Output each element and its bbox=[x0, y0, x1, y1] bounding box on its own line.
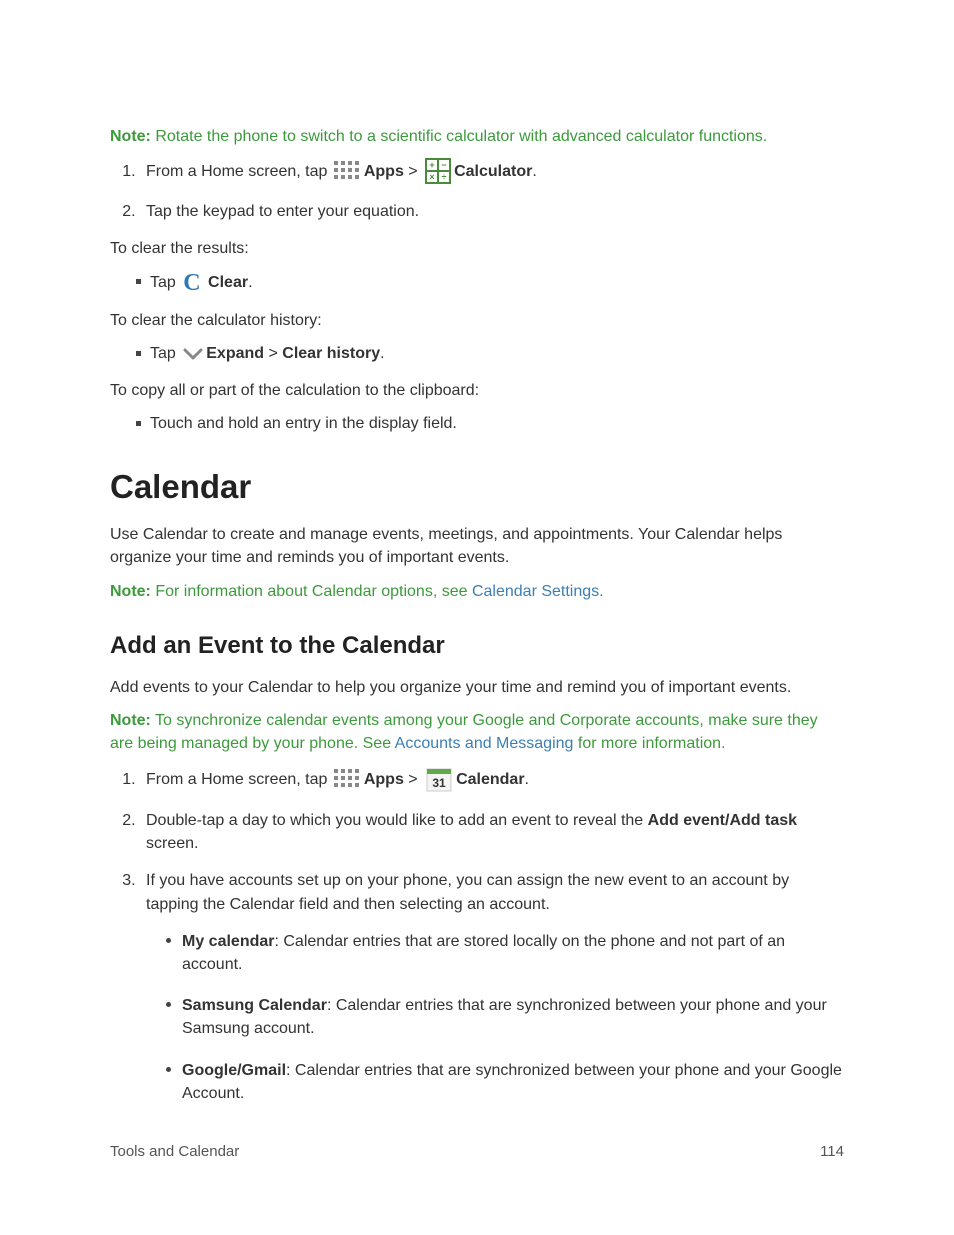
footer-page-number: 114 bbox=[820, 1141, 844, 1163]
list-item: If you have accounts set up on your phon… bbox=[140, 869, 844, 1105]
list-item: Samsung Calendar: Calendar entries that … bbox=[166, 994, 844, 1040]
list-item: My calendar: Calendar entries that are s… bbox=[166, 930, 844, 976]
copy-calc-list: Touch and hold an entry in the display f… bbox=[110, 412, 844, 435]
calendar-label: Calendar bbox=[456, 771, 524, 788]
apps-label: Apps bbox=[364, 771, 404, 788]
separator: > bbox=[404, 771, 422, 788]
step-text: From a Home screen, tap bbox=[146, 771, 332, 788]
note-text-after: . bbox=[599, 583, 603, 600]
footer-section: Tools and Calendar bbox=[110, 1141, 239, 1163]
svg-text:31: 31 bbox=[432, 776, 446, 790]
period: . bbox=[532, 163, 536, 180]
add-event-steps: From a Home screen, tap Apps > 31 Calenda… bbox=[110, 765, 844, 1105]
svg-text:−: − bbox=[441, 160, 446, 170]
expand-label: Expand bbox=[206, 345, 264, 362]
period: . bbox=[248, 274, 252, 291]
step-text: Double-tap a day to which you would like… bbox=[146, 812, 648, 829]
calendar-intro: Use Calendar to create and manage events… bbox=[110, 523, 844, 569]
note-text-after: for more information. bbox=[573, 735, 725, 752]
tap-text: Tap bbox=[150, 345, 180, 362]
apps-grid-icon bbox=[333, 160, 363, 182]
clear-history-list: Tap Expand > Clear history. bbox=[110, 342, 844, 365]
page-footer: Tools and Calendar 114 bbox=[110, 1141, 844, 1163]
note-text: Rotate the phone to switch to a scientif… bbox=[151, 128, 767, 145]
note-label: Note: bbox=[110, 712, 151, 729]
clear-results-list: Tap C Clear. bbox=[110, 271, 844, 295]
step-text: From a Home screen, tap bbox=[146, 163, 332, 180]
clear-history-label: Clear history bbox=[282, 345, 380, 362]
separator: > bbox=[404, 163, 422, 180]
note-label: Note: bbox=[110, 583, 151, 600]
list-item: Tap the keypad to enter your equation. bbox=[140, 200, 844, 223]
svg-text:+: + bbox=[429, 160, 434, 170]
accounts-list: My calendar: Calendar entries that are s… bbox=[146, 930, 844, 1105]
svg-text:×: × bbox=[429, 172, 434, 182]
calendar-icon: 31 bbox=[425, 765, 453, 793]
list-item: Tap Expand > Clear history. bbox=[136, 342, 844, 365]
add-event-intro: Add events to your Calendar to help you … bbox=[110, 676, 844, 699]
list-item: Tap C Clear. bbox=[136, 271, 844, 295]
copy-calc-intro: To copy all or part of the calculation t… bbox=[110, 379, 844, 402]
add-event-heading: Add an Event to the Calendar bbox=[110, 629, 844, 664]
calculator-steps: From a Home screen, tap Apps > +−× ÷ Calcu… bbox=[110, 158, 844, 223]
list-item: From a Home screen, tap Apps > 31 Calenda… bbox=[140, 765, 844, 795]
clear-label: Clear bbox=[208, 274, 248, 291]
add-event-task-label: Add event/Add task bbox=[648, 812, 797, 829]
note-calendar-info: Note: For information about Calendar opt… bbox=[110, 580, 844, 603]
step-text: Tap the keypad to enter your equation. bbox=[146, 203, 419, 220]
note-sync: Note: To synchronize calendar events amo… bbox=[110, 709, 844, 755]
svg-text:÷: ÷ bbox=[442, 172, 447, 182]
note-label: Note: bbox=[110, 128, 151, 145]
separator: > bbox=[264, 345, 282, 362]
step-text: If you have accounts set up on your phon… bbox=[146, 872, 789, 912]
list-item: Double-tap a day to which you would like… bbox=[140, 809, 844, 855]
period: . bbox=[525, 771, 529, 788]
step-text-suffix: screen. bbox=[146, 835, 198, 852]
clear-results-intro: To clear the results: bbox=[110, 237, 844, 260]
apps-label: Apps bbox=[364, 163, 404, 180]
account-name: Google/Gmail bbox=[182, 1062, 286, 1079]
note-text: For information about Calendar options, … bbox=[151, 583, 472, 600]
clear-c-icon: C bbox=[183, 271, 200, 295]
clear-history-intro: To clear the calculator history: bbox=[110, 309, 844, 332]
calculator-icon: +−× ÷ bbox=[425, 158, 451, 184]
list-item: From a Home screen, tap Apps > +−× ÷ Calcu… bbox=[140, 158, 844, 186]
list-item: Google/Gmail: Calendar entries that are … bbox=[166, 1059, 844, 1105]
calendar-heading: Calendar bbox=[110, 463, 844, 511]
bullet-text: Touch and hold an entry in the display f… bbox=[150, 415, 457, 432]
expand-down-icon bbox=[182, 346, 204, 362]
account-name: Samsung Calendar bbox=[182, 997, 327, 1014]
accounts-messaging-link[interactable]: Accounts and Messaging bbox=[395, 735, 574, 752]
calendar-settings-link[interactable]: Calendar Settings bbox=[472, 583, 599, 600]
tap-text: Tap bbox=[150, 274, 180, 291]
apps-grid-icon bbox=[333, 768, 363, 790]
list-item: Touch and hold an entry in the display f… bbox=[136, 412, 844, 435]
account-name: My calendar bbox=[182, 933, 274, 950]
note-rotate: Note: Rotate the phone to switch to a sc… bbox=[110, 125, 844, 148]
calculator-label: Calculator bbox=[454, 163, 532, 180]
period: . bbox=[380, 345, 384, 362]
